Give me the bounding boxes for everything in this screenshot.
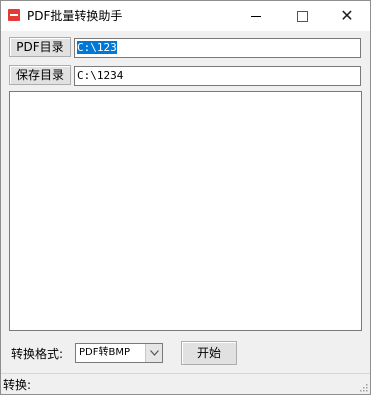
save-dir-input[interactable]: C:\1234	[74, 66, 361, 86]
minimize-icon	[251, 15, 261, 17]
status-bar-divider	[1, 373, 370, 374]
save-dir-value: C:\1234	[77, 69, 124, 82]
save-dir-button[interactable]: 保存目录	[9, 65, 71, 85]
format-select[interactable]: PDF转BMP	[75, 343, 163, 363]
app-icon	[8, 9, 20, 21]
maximize-button[interactable]	[279, 1, 325, 31]
close-button[interactable]: ✕	[324, 1, 370, 31]
resize-grip-icon[interactable]	[358, 382, 368, 392]
app-window: PDF批量转换助手 ✕ PDF目录 C:\123 保存目录 C:\1234 转换…	[0, 0, 371, 395]
maximize-icon	[296, 10, 308, 22]
start-button[interactable]: 开始	[181, 341, 237, 365]
format-selected-value: PDF转BMP	[79, 347, 131, 358]
chevron-down-icon[interactable]	[145, 344, 162, 362]
pdf-dir-input[interactable]: C:\123	[74, 38, 361, 58]
minimize-button[interactable]	[233, 1, 279, 31]
title-bar[interactable]: PDF批量转换助手 ✕	[1, 1, 370, 31]
format-label: 转换格式:	[11, 347, 64, 361]
close-icon: ✕	[340, 6, 354, 25]
pdf-dir-button[interactable]: PDF目录	[9, 37, 71, 57]
status-label: 转换:	[3, 378, 32, 392]
log-textarea[interactable]	[9, 91, 362, 331]
window-title: PDF批量转换助手	[27, 9, 123, 23]
pdf-dir-value: C:\123	[77, 41, 117, 54]
